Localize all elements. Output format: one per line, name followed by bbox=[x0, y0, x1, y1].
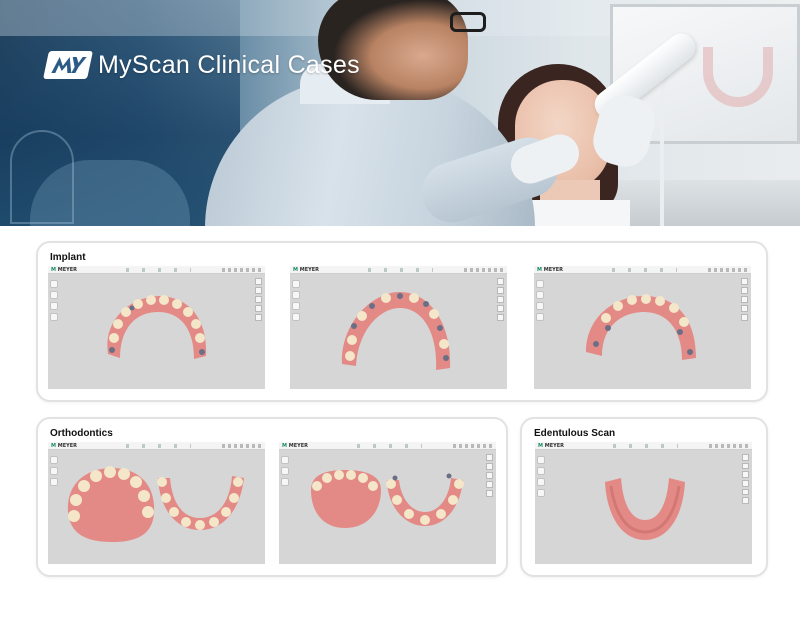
jaw-model-upper bbox=[107, 295, 207, 359]
implant-screenshot-3: M MEYER bbox=[534, 266, 751, 389]
jaw-model-implants bbox=[341, 292, 451, 370]
section-title-edentulous: Edentulous Scan bbox=[534, 428, 616, 439]
section-title-implant: Implant bbox=[50, 252, 86, 263]
implant-card: Implant M MEYER M MEYER M MEYER bbox=[36, 241, 768, 402]
ortho-screenshot-1: M MEYER bbox=[48, 442, 265, 564]
ortho-models-1 bbox=[67, 466, 244, 542]
ortho-models-2 bbox=[311, 470, 464, 528]
section-title-orthodontics: Orthodontics bbox=[50, 428, 113, 439]
ortho-screenshot-2: M MEYER bbox=[279, 442, 496, 564]
myscan-logo-icon bbox=[43, 51, 93, 79]
orthodontics-card: Orthodontics M MEYER M MEYER bbox=[36, 417, 508, 577]
glasses-icon bbox=[450, 12, 486, 32]
brand: MyScan Clinical Cases bbox=[43, 48, 360, 82]
edentulous-screenshot: M MEYER bbox=[535, 442, 752, 564]
patient-cape bbox=[520, 200, 630, 226]
edentulous-card: Edentulous Scan M MEYER bbox=[520, 417, 768, 577]
implant-screenshot-1: M MEYER bbox=[48, 266, 265, 389]
implant-screenshot-2: M MEYER bbox=[290, 266, 507, 389]
edentulous-arch-model bbox=[605, 478, 685, 540]
brand-title: MyScan Clinical Cases bbox=[98, 50, 360, 79]
jaw-model-lower bbox=[586, 294, 696, 360]
hero-banner: MyScan Clinical Cases bbox=[0, 0, 800, 226]
